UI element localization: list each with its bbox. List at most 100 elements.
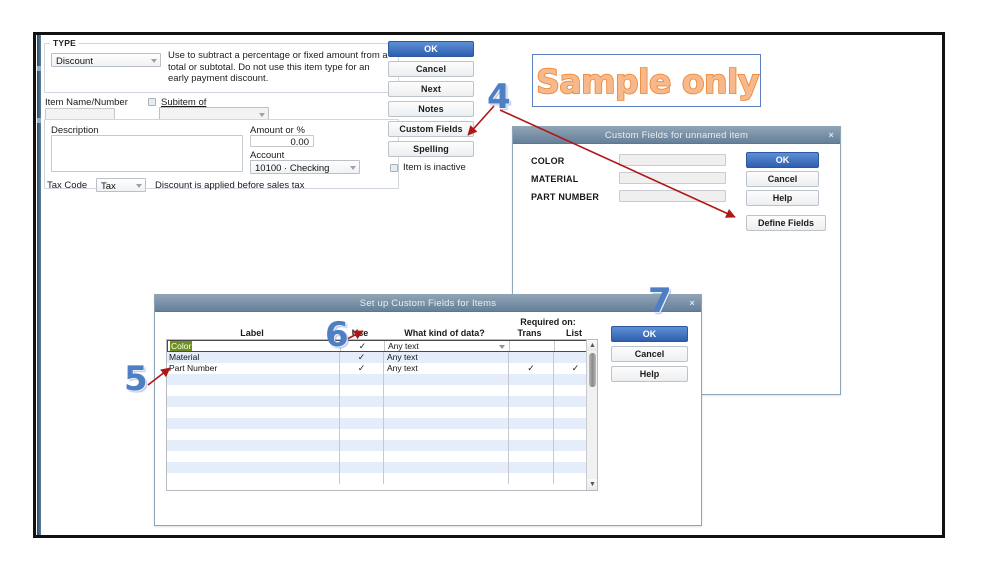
cell-trans[interactable] bbox=[508, 451, 553, 462]
cell-kind[interactable] bbox=[383, 440, 508, 451]
cell-use[interactable]: ✓ bbox=[339, 363, 383, 374]
cell-trans[interactable] bbox=[508, 429, 553, 440]
item-inactive-checkbox[interactable] bbox=[390, 164, 398, 172]
table-row[interactable] bbox=[167, 396, 597, 407]
cell-trans[interactable] bbox=[508, 396, 553, 407]
close-icon[interactable]: × bbox=[829, 130, 834, 140]
table-scrollbar[interactable]: ▲ ▼ bbox=[586, 340, 597, 490]
setup-cancel-button[interactable]: Cancel bbox=[611, 346, 688, 362]
cell-trans[interactable] bbox=[508, 440, 553, 451]
cf-cancel-button-label: Cancel bbox=[767, 174, 798, 184]
cell-use[interactable] bbox=[339, 462, 383, 473]
table-row[interactable] bbox=[167, 462, 597, 473]
define-fields-button[interactable]: Define Fields bbox=[746, 215, 826, 231]
cell-trans[interactable]: ✓ bbox=[508, 363, 553, 374]
setup-ok-button[interactable]: OK bbox=[611, 326, 688, 342]
table-row[interactable]: Part Number ✓ Any text ✓ ✓ bbox=[167, 363, 597, 374]
cell-trans[interactable] bbox=[508, 385, 553, 396]
cell-label[interactable] bbox=[167, 451, 339, 462]
cell-label[interactable] bbox=[167, 429, 339, 440]
table-row[interactable] bbox=[167, 385, 597, 396]
spelling-button[interactable]: Spelling bbox=[388, 141, 474, 157]
table-row[interactable] bbox=[167, 429, 597, 440]
cell-kind[interactable] bbox=[383, 462, 508, 473]
notes-button[interactable]: Notes bbox=[388, 101, 474, 117]
cell-trans[interactable] bbox=[508, 374, 553, 385]
table-row[interactable] bbox=[167, 418, 597, 429]
table-row[interactable] bbox=[167, 440, 597, 451]
custom-fields-button[interactable]: Custom Fields bbox=[388, 121, 474, 137]
cell-use[interactable] bbox=[339, 451, 383, 462]
cell-label[interactable] bbox=[167, 418, 339, 429]
table-row[interactable]: Material ✓ Any text bbox=[167, 352, 597, 363]
cell-kind[interactable] bbox=[383, 374, 508, 385]
cell-label[interactable] bbox=[167, 396, 339, 407]
cell-trans[interactable] bbox=[509, 341, 554, 351]
cell-kind[interactable]: Any text bbox=[383, 352, 508, 363]
cf-help-button[interactable]: Help bbox=[746, 190, 819, 206]
setup-help-button[interactable]: Help bbox=[611, 366, 688, 382]
setup-dialog-title: Set up Custom Fields for Items bbox=[359, 297, 497, 309]
subitem-of-checkbox[interactable] bbox=[148, 98, 156, 106]
table-row[interactable] bbox=[167, 473, 597, 484]
cancel-button[interactable]: Cancel bbox=[388, 61, 474, 77]
cell-kind[interactable] bbox=[383, 451, 508, 462]
item-name-label: Item Name/Number bbox=[45, 97, 128, 108]
next-button[interactable]: Next bbox=[388, 81, 474, 97]
cell-label[interactable]: Color bbox=[168, 341, 340, 351]
cf-cancel-button[interactable]: Cancel bbox=[746, 171, 819, 187]
table-row[interactable] bbox=[167, 451, 597, 462]
cell-label[interactable] bbox=[167, 462, 339, 473]
cell-kind[interactable] bbox=[383, 407, 508, 418]
cell-use[interactable] bbox=[339, 385, 383, 396]
cell-label[interactable]: Material bbox=[167, 352, 339, 363]
chevron-down-icon bbox=[259, 113, 265, 117]
cell-use[interactable] bbox=[339, 407, 383, 418]
part-number-field-input[interactable] bbox=[619, 190, 726, 202]
cell-kind[interactable] bbox=[383, 385, 508, 396]
color-field-input[interactable] bbox=[619, 154, 726, 166]
cell-label[interactable]: Part Number bbox=[167, 363, 339, 374]
cell-trans[interactable] bbox=[508, 407, 553, 418]
table-row[interactable] bbox=[167, 407, 597, 418]
cf-ok-button[interactable]: OK bbox=[746, 152, 819, 168]
account-select[interactable]: 10100 · Checking bbox=[250, 160, 360, 174]
cell-label[interactable] bbox=[167, 374, 339, 385]
scrollbar-thumb[interactable] bbox=[589, 353, 596, 387]
cell-use[interactable] bbox=[339, 374, 383, 385]
material-field-input[interactable] bbox=[619, 172, 726, 184]
check-icon: ✓ bbox=[358, 341, 367, 351]
type-select[interactable]: Discount bbox=[51, 53, 161, 67]
description-input[interactable] bbox=[51, 135, 243, 172]
ok-button[interactable]: OK bbox=[388, 41, 474, 57]
amount-input[interactable]: 0.00 bbox=[250, 135, 314, 148]
cell-label[interactable] bbox=[167, 440, 339, 451]
cell-kind[interactable] bbox=[383, 418, 508, 429]
scroll-up-icon[interactable]: ▲ bbox=[587, 340, 597, 351]
tax-code-label: Tax Code bbox=[47, 180, 88, 191]
cell-label[interactable] bbox=[167, 407, 339, 418]
cell-use[interactable] bbox=[339, 418, 383, 429]
type-select-value: Discount bbox=[56, 56, 93, 67]
table-row[interactable]: Color ✓ Any text bbox=[167, 340, 597, 352]
table-row[interactable] bbox=[167, 374, 597, 385]
cell-kind[interactable]: Any text bbox=[384, 341, 509, 351]
cell-kind[interactable] bbox=[383, 473, 508, 484]
cell-kind[interactable]: Any text bbox=[383, 363, 508, 374]
tax-code-select[interactable]: Tax bbox=[96, 178, 146, 192]
cell-use[interactable] bbox=[339, 440, 383, 451]
cell-label[interactable] bbox=[167, 385, 339, 396]
cell-use[interactable] bbox=[339, 396, 383, 407]
cell-trans[interactable] bbox=[508, 418, 553, 429]
scroll-down-icon[interactable]: ▼ bbox=[587, 479, 597, 490]
cell-trans[interactable] bbox=[508, 352, 553, 363]
cell-kind[interactable] bbox=[383, 396, 508, 407]
cell-use[interactable] bbox=[339, 473, 383, 484]
chevron-down-icon[interactable] bbox=[499, 345, 505, 349]
close-icon[interactable]: × bbox=[690, 298, 695, 308]
cell-label[interactable] bbox=[167, 473, 339, 484]
cell-kind[interactable] bbox=[383, 429, 508, 440]
cell-trans[interactable] bbox=[508, 462, 553, 473]
cell-trans[interactable] bbox=[508, 473, 553, 484]
cell-use[interactable] bbox=[339, 429, 383, 440]
